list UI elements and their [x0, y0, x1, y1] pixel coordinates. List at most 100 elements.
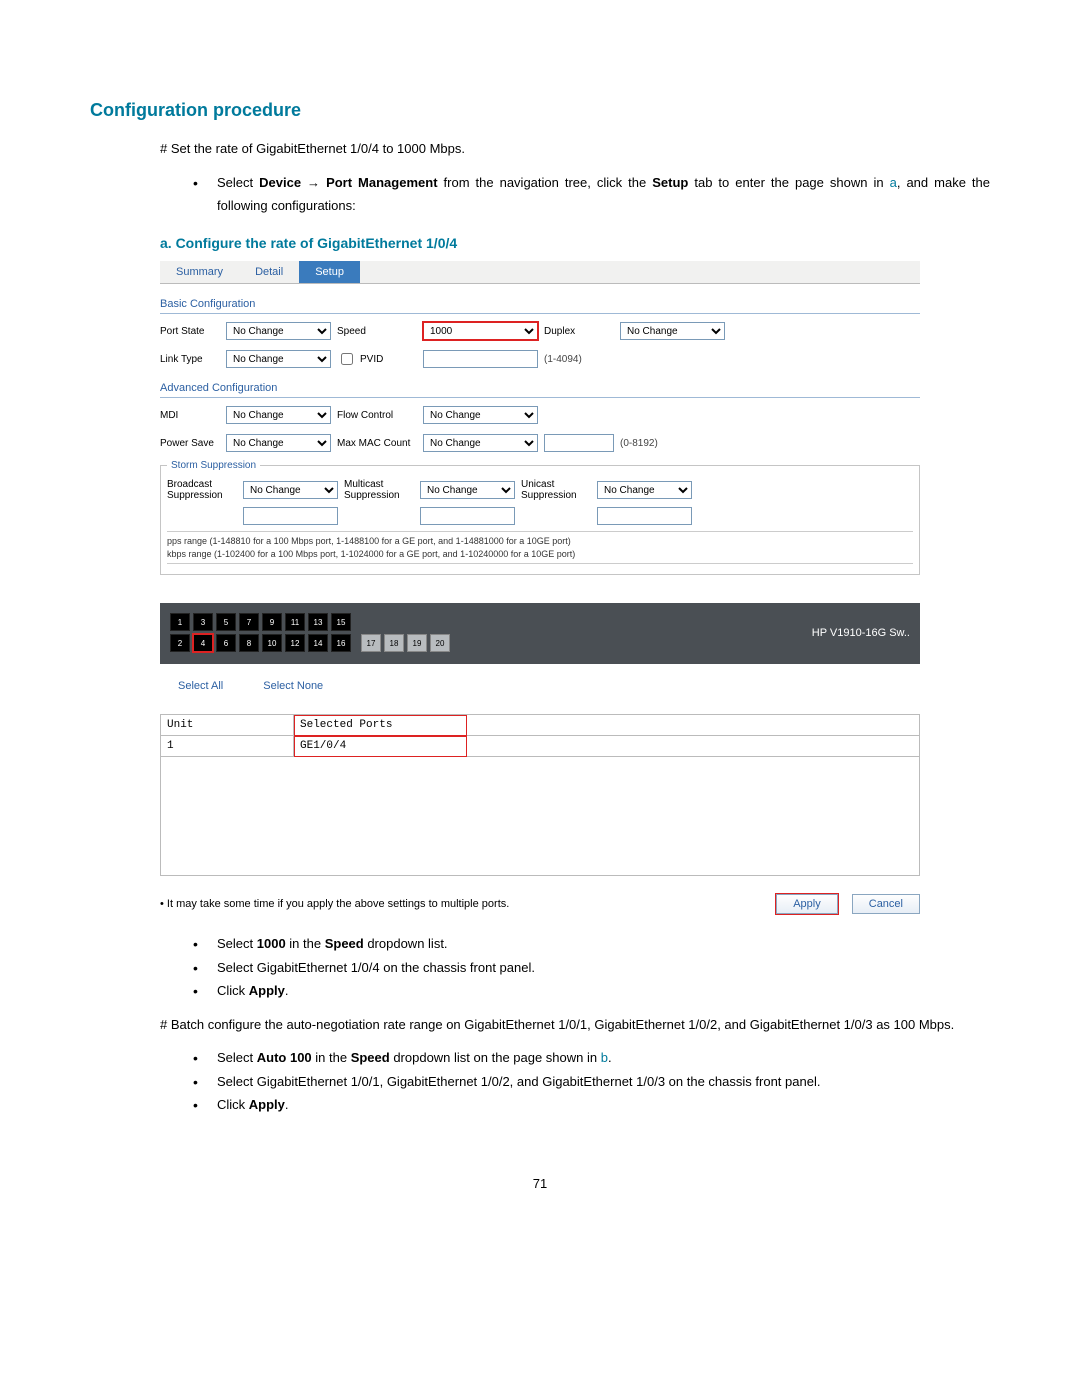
- td-unit: 1: [161, 736, 294, 757]
- port-15[interactable]: 15: [331, 613, 351, 631]
- bullet-click-apply-2: Click Apply.: [185, 1093, 990, 1116]
- link-select-none[interactable]: Select None: [263, 680, 323, 692]
- input-pvid[interactable]: [423, 350, 538, 368]
- device-name-label: HP V1910-16G Sw..: [812, 627, 910, 639]
- port-5[interactable]: 5: [216, 613, 236, 631]
- heading-configuration-procedure: Configuration procedure: [90, 100, 990, 121]
- input-max-mac-count[interactable]: [544, 434, 614, 452]
- port-1[interactable]: 1: [170, 613, 190, 631]
- label-multicast-suppression: Multicast Suppression: [344, 479, 414, 501]
- port-17[interactable]: 17: [361, 634, 381, 652]
- select-duplex[interactable]: No Change: [620, 322, 725, 340]
- bullet-select-ge101-3: Select GigabitEthernet 1/0/1, GigabitEth…: [185, 1070, 990, 1093]
- port-9[interactable]: 9: [262, 613, 282, 631]
- port-8[interactable]: 8: [239, 634, 259, 652]
- note-kbps-range: kbps range (1-102400 for a 100 Mbps port…: [167, 548, 913, 561]
- port-11[interactable]: 11: [285, 613, 305, 631]
- label-port-state: Port State: [160, 326, 220, 337]
- label-pvid: PVID: [360, 354, 383, 365]
- select-flow-control[interactable]: No Change: [423, 406, 538, 424]
- input-broadcast-value[interactable]: [243, 507, 338, 525]
- tab-setup[interactable]: Setup: [299, 261, 360, 283]
- link-select-all[interactable]: Select All: [178, 680, 223, 692]
- checkbox-pvid[interactable]: [341, 353, 353, 365]
- port-10[interactable]: 10: [262, 634, 282, 652]
- ref-b: b: [601, 1050, 608, 1065]
- bullet-select-ge104: Select GigabitEthernet 1/0/4 on the chas…: [185, 956, 990, 979]
- port-14[interactable]: 14: [308, 634, 328, 652]
- bullet-select-device: Select Device → Port Management from the…: [185, 171, 990, 218]
- text-fragment: dropdown list on the page shown in: [390, 1050, 601, 1065]
- fieldset-storm-suppression: Storm Suppression Broadcast Suppression …: [160, 460, 920, 575]
- page-number: 71: [90, 1176, 990, 1191]
- text-speed-2: Speed: [351, 1050, 390, 1065]
- port-13[interactable]: 13: [308, 613, 328, 631]
- bullet-select-1000: Select 1000 in the Speed dropdown list.: [185, 932, 990, 955]
- th-selected-ports: Selected Ports: [294, 715, 467, 736]
- text-fragment: .: [608, 1050, 612, 1065]
- hint-pvid-range: (1-4094): [544, 354, 725, 365]
- tab-detail[interactable]: Detail: [239, 261, 299, 283]
- port-7[interactable]: 7: [239, 613, 259, 631]
- section-basic-configuration: Basic Configuration: [160, 284, 920, 314]
- port-19[interactable]: 19: [407, 634, 427, 652]
- port-6[interactable]: 6: [216, 634, 236, 652]
- label-flow-control: Flow Control: [337, 410, 417, 421]
- text-setup: Setup: [652, 175, 688, 190]
- label-link-type: Link Type: [160, 354, 220, 365]
- text-fragment: Select: [217, 936, 257, 951]
- tab-summary[interactable]: Summary: [160, 261, 239, 283]
- td-selected-ports: GE1/0/4: [294, 736, 467, 757]
- note-pps-range: pps range (1-148810 for a 100 Mbps port,…: [167, 535, 913, 548]
- select-port-state[interactable]: No Change: [226, 322, 331, 340]
- text-apply-2: Apply: [249, 1097, 285, 1112]
- label-unicast-suppression: Unicast Suppression: [521, 479, 591, 501]
- text-fragment: .: [285, 983, 289, 998]
- select-mdi[interactable]: No Change: [226, 406, 331, 424]
- apply-button[interactable]: Apply: [776, 894, 838, 914]
- note-apply-time: It may take some time if you apply the a…: [160, 898, 509, 910]
- note-storm-ranges: pps range (1-148810 for a 100 Mbps port,…: [167, 531, 913, 564]
- text-set-rate: # Set the rate of GigabitEthernet 1/0/4 …: [160, 139, 990, 159]
- select-max-mac-count[interactable]: No Change: [423, 434, 538, 452]
- port-2[interactable]: 2: [170, 634, 190, 652]
- select-speed[interactable]: 1000: [423, 322, 538, 340]
- bullet-select-auto100: Select Auto 100 in the Speed dropdown li…: [185, 1046, 990, 1069]
- text-port-management: Port Management: [326, 175, 437, 190]
- heading-step-a: a. Configure the rate of GigabitEthernet…: [160, 235, 990, 251]
- label-speed: Speed: [337, 326, 417, 337]
- selected-ports-table: Unit Selected Ports 1 GE1/0/4: [160, 714, 920, 876]
- text-fragment: tab to enter the page shown in: [688, 175, 889, 190]
- text-speed: Speed: [325, 936, 364, 951]
- cancel-button[interactable]: Cancel: [852, 894, 920, 914]
- input-unicast-value[interactable]: [597, 507, 692, 525]
- select-power-save[interactable]: No Change: [226, 434, 331, 452]
- select-unicast-suppression[interactable]: No Change: [597, 481, 692, 499]
- label-broadcast-suppression: Broadcast Suppression: [167, 479, 237, 501]
- port-3[interactable]: 3: [193, 613, 213, 631]
- label-max-mac-count: Max MAC Count: [337, 438, 417, 449]
- input-multicast-value[interactable]: [420, 507, 515, 525]
- label-duplex: Duplex: [544, 326, 614, 337]
- select-broadcast-suppression[interactable]: No Change: [243, 481, 338, 499]
- text-fragment: in the: [312, 1050, 351, 1065]
- text-fragment: dropdown list.: [364, 936, 448, 951]
- port-16[interactable]: 16: [331, 634, 351, 652]
- port-18[interactable]: 18: [384, 634, 404, 652]
- text-1000: 1000: [257, 936, 286, 951]
- bullet-click-apply-1: Click Apply.: [185, 979, 990, 1002]
- port-12[interactable]: 12: [285, 634, 305, 652]
- text-fragment: in the: [286, 936, 325, 951]
- select-multicast-suppression[interactable]: No Change: [420, 481, 515, 499]
- chassis-port-panel: 13579111315246810121416 17181920 HP V191…: [160, 603, 920, 664]
- port-20[interactable]: 20: [430, 634, 450, 652]
- text-fragment: Select: [217, 175, 259, 190]
- ref-a: a: [890, 175, 897, 190]
- text-fragment: .: [285, 1097, 289, 1112]
- select-link-type[interactable]: No Change: [226, 350, 331, 368]
- text-batch-configure: # Batch configure the auto-negotiation r…: [160, 1015, 990, 1035]
- text-auto100: Auto 100: [257, 1050, 312, 1065]
- th-unit: Unit: [161, 715, 294, 736]
- arrow-icon: →: [301, 175, 326, 190]
- port-4[interactable]: 4: [193, 634, 213, 652]
